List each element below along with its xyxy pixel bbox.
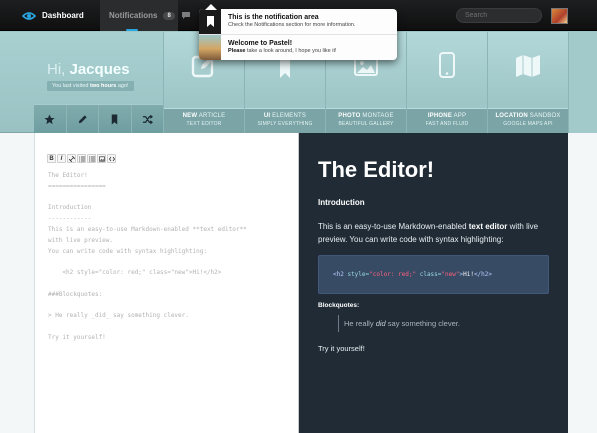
visited-prefix: You last visited — [52, 83, 91, 89]
markdown-editor: B I The Editor! ================ Introdu… — [35, 133, 299, 433]
preview-blockquote: He really did say something clever. — [338, 315, 460, 332]
image-icon — [98, 155, 105, 162]
map-icon — [516, 55, 540, 77]
search-input[interactable] — [465, 12, 535, 19]
avatar[interactable] — [551, 8, 568, 24]
left-gutter — [0, 133, 35, 433]
tile-label-rest: SANDBOX — [527, 113, 561, 119]
quick-actions-bar — [34, 104, 163, 133]
tile-sublabel: TEXT EDITOR — [186, 121, 222, 127]
tile-label-rest: ELEMENTS — [270, 113, 307, 119]
eye-icon — [22, 11, 36, 20]
tile-label-rest: APP — [452, 113, 467, 119]
tile-location-sandbox[interactable]: LOCATION SANDBOX GOOGLE MAPS API — [487, 32, 568, 133]
tab-notifications[interactable]: Notifications 8 — [100, 0, 178, 31]
tile-label-bold: LOCATION — [495, 113, 528, 119]
tab-messages[interactable] — [181, 0, 201, 31]
notification-body: Check the Notifications section for more… — [228, 22, 356, 29]
notifications-count-badge: 8 — [163, 11, 175, 20]
tile-label-rest: ARTICLE — [197, 113, 226, 119]
visited-time: two hours — [90, 83, 117, 89]
popover-caret — [205, 4, 217, 10]
preview-paragraph-start: This is an easy-to-use Markdown-enabled — [318, 222, 469, 231]
notification-item[interactable]: Welcome to Pastel! Please take a look ar… — [199, 34, 397, 60]
user-name: Jacques — [69, 61, 130, 78]
tile-sublabel: FAST AND FLUID — [425, 121, 469, 127]
active-tab-indicator — [126, 29, 138, 31]
phone-icon — [439, 52, 455, 78]
greeting: Hi, Jacques — [47, 61, 130, 78]
image-button[interactable] — [97, 154, 106, 163]
code-open-tag: <h2 — [333, 271, 344, 278]
quick-action-edit[interactable] — [67, 105, 99, 133]
preview-introduction-heading: Introduction — [318, 198, 365, 207]
notification-body-bold: Please — [228, 47, 246, 54]
code-value-class: "new" — [441, 271, 460, 278]
tile-label-bold: IPHONE — [427, 113, 453, 119]
chat-bubble-icon — [182, 12, 190, 19]
bookmark-icon — [199, 9, 221, 34]
tile-label-rest: MONTAGE — [360, 113, 394, 119]
tile-label-bold: NEW — [182, 113, 198, 119]
search-box[interactable] — [456, 8, 542, 23]
tile-sublabel: SIMPLY EVERYTHING — [257, 121, 313, 127]
bold-button[interactable]: B — [47, 154, 56, 163]
quick-action-shuffle[interactable] — [132, 105, 164, 133]
notification-body: Please take a look around, I hope you li… — [228, 48, 337, 54]
code-button[interactable] — [107, 154, 116, 163]
right-gutter — [568, 133, 597, 433]
code-value-style: "color: red;" — [369, 271, 417, 278]
notification-popover: This is the notification area Check the … — [199, 9, 397, 60]
code-text: Hi! — [463, 271, 474, 278]
quick-action-favorite[interactable] — [34, 105, 67, 133]
link-button[interactable] — [67, 154, 76, 163]
code-attr-style: style= — [343, 271, 370, 278]
quote-italic: did — [375, 319, 386, 328]
pencil-icon — [78, 114, 87, 123]
unordered-list-button[interactable] — [87, 154, 96, 163]
hero-right-filler — [568, 32, 597, 133]
greeting-prefix: Hi, — [47, 61, 70, 78]
code-close-tag: </h2> — [473, 271, 492, 278]
tab-dashboard-label: Dashboard — [42, 11, 84, 20]
unordered-list-icon — [88, 156, 95, 161]
preview-blockquotes-heading: Blockquotes: — [318, 302, 360, 309]
live-preview: The Editor! Introduction This is an easy… — [299, 133, 568, 433]
markdown-source[interactable]: The Editor! ================ Introductio… — [48, 171, 247, 344]
tab-notifications-label: Notifications — [109, 11, 158, 20]
photo-thumbnail — [199, 34, 221, 60]
tile-sublabel: BEAUTIFUL GALLERY — [338, 121, 394, 127]
notification-title: This is the notification area — [228, 14, 319, 22]
last-visited-note: You last visited two hours ago! — [47, 81, 134, 91]
notification-title: Welcome to Pastel! — [228, 39, 293, 47]
bookmark-icon — [112, 113, 118, 125]
ordered-list-icon — [78, 156, 85, 161]
quote-start: He really — [344, 319, 376, 328]
quote-end: say something clever. — [385, 319, 460, 328]
quick-action-bookmark[interactable] — [99, 105, 132, 133]
tile-iphone-app[interactable]: IPHONE APP FAST AND FLUID — [406, 32, 487, 133]
notification-item[interactable]: This is the notification area Check the … — [199, 9, 397, 34]
italic-button[interactable]: I — [57, 154, 66, 163]
preview-title: The Editor! — [318, 157, 435, 182]
code-attr-class: class= — [416, 271, 442, 278]
code-icon — [108, 156, 115, 161]
star-icon — [44, 113, 55, 124]
tab-dashboard[interactable]: Dashboard — [22, 0, 92, 31]
shuffle-icon — [142, 114, 153, 124]
editor-toolbar: B I — [47, 154, 116, 163]
ordered-list-button[interactable] — [77, 154, 86, 163]
tile-label-bold: PHOTO — [338, 113, 361, 119]
preview-code-block: <h2 style="color: red;" class="new">Hi!<… — [318, 255, 549, 294]
tile-sublabel: GOOGLE MAPS API — [503, 121, 553, 127]
preview-paragraph: This is an easy-to-use Markdown-enabled … — [318, 220, 558, 246]
profile-panel: Hi, Jacques You last visited two hours a… — [0, 32, 163, 104]
notification-body-rest: take a look around, I hope you like it! — [245, 47, 337, 54]
preview-paragraph-bold: text editor — [468, 222, 508, 231]
visited-suffix: ago! — [116, 83, 129, 89]
preview-try-it: Try it yourself! — [318, 344, 365, 353]
link-icon — [68, 155, 75, 162]
